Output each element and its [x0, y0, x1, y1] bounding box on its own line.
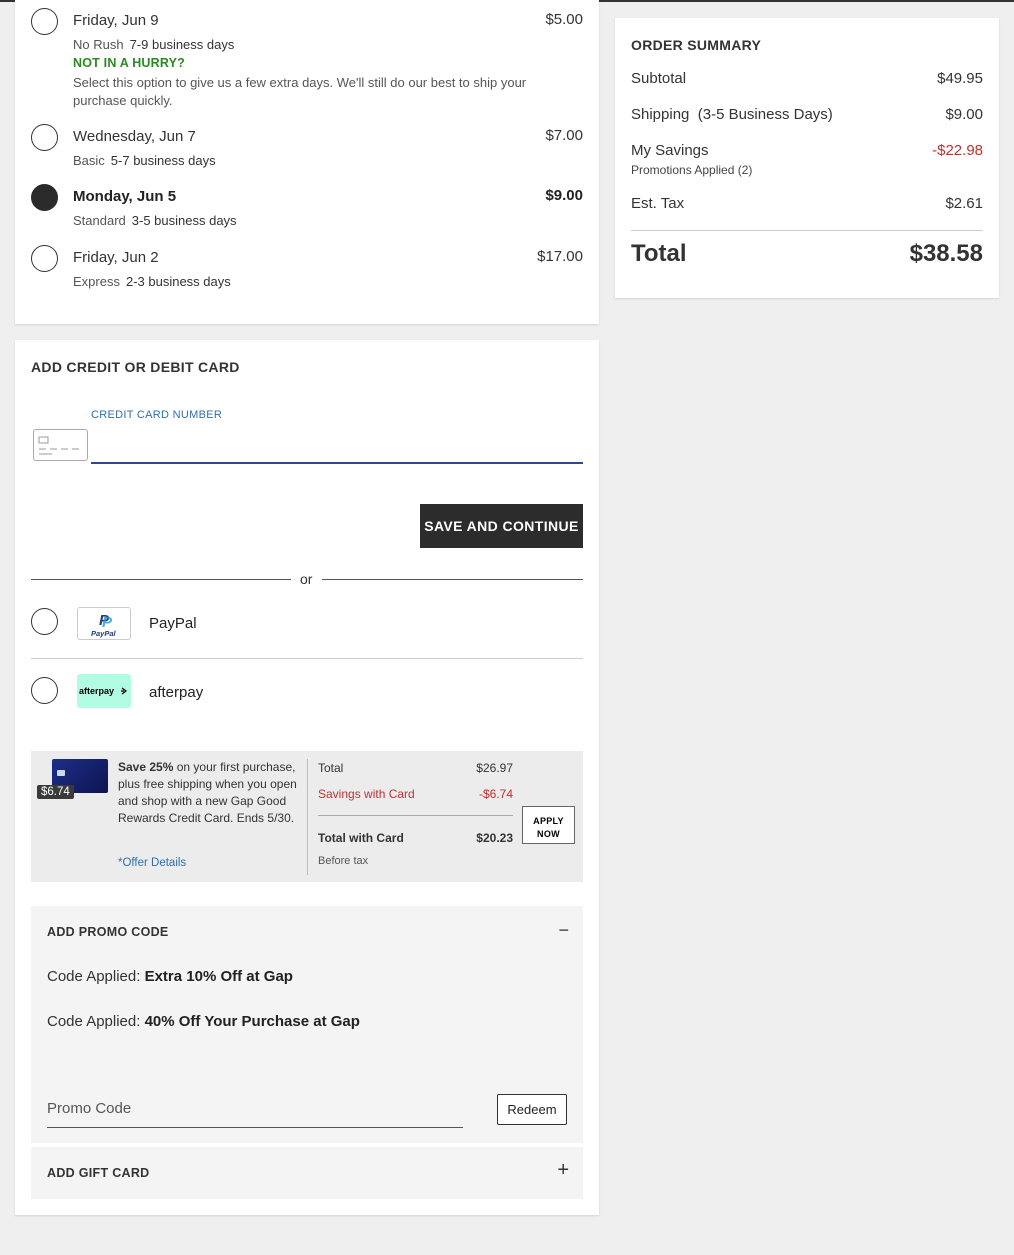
shipping-date: Wednesday, Jun 7	[73, 128, 196, 145]
radio-button[interactable]	[31, 124, 58, 151]
shipping-tier: No Rush	[73, 37, 124, 52]
promotions-applied: Promotions Applied (2)	[631, 163, 753, 177]
svg-text:PayPal: PayPal	[91, 629, 117, 638]
offer-details-link[interactable]: *Offer Details	[118, 857, 186, 869]
card-number-input[interactable]	[91, 428, 583, 464]
offer-row-divider	[318, 815, 513, 816]
save-and-continue-button[interactable]: SAVE AND CONTINUE	[420, 504, 583, 548]
redeem-button[interactable]: Redeem	[497, 1094, 567, 1125]
shipping-tier: Standard	[73, 213, 126, 228]
offer-card-total-row: Total with Card $20.23	[318, 831, 513, 845]
gift-card-section[interactable]: ADD GIFT CARD +	[31, 1147, 583, 1199]
shipping-row: Shipping (3-5 Business Days) $9.00	[631, 106, 983, 123]
shipping-date: Friday, Jun 9	[73, 12, 159, 29]
before-tax-note: Before tax	[318, 855, 369, 867]
rewards-credit-card-offer: $6.74 Save 25% on your first purchase, p…	[31, 751, 583, 882]
payment-title: ADD CREDIT OR DEBIT CARD	[31, 359, 240, 375]
offer-divider	[307, 759, 308, 875]
offer-savings-row: Savings with Card -$6.74	[318, 787, 513, 801]
total-value: $38.58	[909, 240, 983, 267]
shipping-tier: Basic	[73, 153, 105, 168]
svg-text:afterpay: afterpay	[79, 686, 114, 696]
subtotal-row: Subtotal $49.95	[631, 70, 983, 87]
shipping-options-card: Friday, Jun 9 $5.00 No Rush 7-9 business …	[15, 0, 599, 324]
afterpay-label: afterpay	[149, 684, 204, 701]
shipping-description: Basic 5-7 business days	[73, 153, 216, 168]
not-in-hurry-text: Select this option to give us a few extr…	[73, 75, 527, 108]
shipping-price: $5.00	[545, 11, 583, 28]
card-number-label: CREDIT CARD NUMBER	[91, 409, 223, 421]
paypal-logo: P P PayPal	[77, 607, 131, 640]
afterpay-logo: afterpay	[77, 674, 131, 708]
savings-row: My Savings -$22.98	[631, 142, 983, 159]
shipping-date: Monday, Jun 5	[73, 188, 177, 205]
shipping-tier: Express	[73, 274, 120, 289]
paypal-label: PayPal	[149, 615, 197, 632]
shipping-description: Express 2-3 business days	[73, 274, 231, 289]
order-summary-title: ORDER SUMMARY	[631, 37, 762, 53]
promo-code-input[interactable]	[47, 1090, 463, 1128]
gift-card-title[interactable]: ADD GIFT CARD	[47, 1166, 150, 1180]
shipping-days: 5-7 business days	[110, 153, 216, 168]
shipping-description: Standard 3-5 business days	[73, 213, 237, 228]
payment-card: ADD CREDIT OR DEBIT CARD CREDIT CARD NUM…	[15, 340, 599, 1215]
applied-code: Code Applied: Extra 10% Off at Gap	[47, 968, 293, 985]
order-summary-card: ORDER SUMMARY Subtotal $49.95 Shipping (3…	[615, 18, 999, 298]
or-separator: or	[300, 571, 313, 587]
savings-badge: $6.74	[37, 785, 74, 799]
apply-now-button[interactable]: APPLY NOW	[522, 806, 575, 844]
radio-button[interactable]	[31, 8, 58, 35]
tax-row: Est. Tax $2.61	[631, 195, 983, 212]
applied-code: Code Applied: 40% Off Your Purchase at G…	[47, 1013, 360, 1030]
promo-code-section: ADD PROMO CODE − Code Applied: Extra 10%…	[31, 906, 583, 1143]
payment-divider	[31, 658, 583, 659]
expand-icon[interactable]: +	[557, 1159, 569, 1182]
radio-button[interactable]	[31, 245, 58, 272]
shipping-price: $9.00	[545, 187, 583, 204]
divider-left	[31, 579, 291, 580]
collapse-icon[interactable]: −	[558, 920, 569, 941]
promo-title[interactable]: ADD PROMO CODE	[47, 925, 169, 939]
offer-total-row: Total $26.97	[318, 761, 513, 775]
shipping-price: $7.00	[545, 127, 583, 144]
afterpay-radio[interactable]	[31, 677, 58, 704]
shipping-date: Friday, Jun 2	[73, 249, 159, 266]
shipping-days: 7-9 business days	[129, 37, 235, 52]
credit-card-icon	[33, 429, 88, 461]
summary-divider	[631, 230, 983, 231]
paypal-radio[interactable]	[31, 608, 58, 635]
radio-button-selected[interactable]	[31, 184, 58, 211]
shipping-days: 3-5 business days	[131, 213, 237, 228]
divider-right	[322, 579, 583, 580]
shipping-description: No Rush 7-9 business days	[73, 37, 234, 52]
not-in-hurry-title: NOT IN A HURRY?	[73, 56, 186, 70]
offer-text: Save 25% on your first purchase, plus fr…	[118, 759, 298, 827]
total-label: Total	[631, 240, 687, 267]
offer-highlight: Save 25%	[118, 760, 174, 774]
shipping-price: $17.00	[537, 248, 583, 265]
shipping-days: 2-3 business days	[125, 274, 231, 289]
